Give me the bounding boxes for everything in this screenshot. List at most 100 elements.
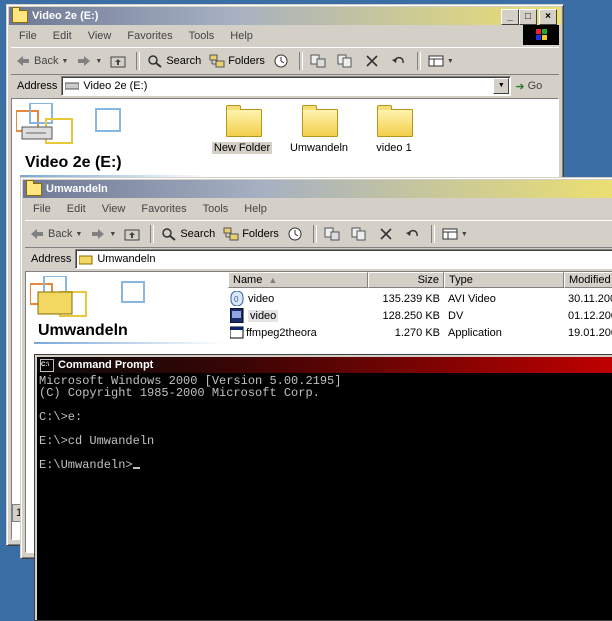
console-line: (C) Copyright 1985-2000 Microsoft Corp. (39, 386, 320, 400)
address-label: Address (31, 253, 72, 265)
move-to-button[interactable] (306, 50, 333, 72)
forward-button[interactable]: ▼ (86, 223, 120, 245)
file-size: 1.270 KB (394, 326, 440, 339)
search-button[interactable]: Search (143, 50, 205, 72)
history-icon (288, 227, 302, 241)
title-bar[interactable]: C:\ Command Prompt (37, 357, 612, 373)
file-modified: 30.11.200 (568, 292, 612, 305)
views-button[interactable]: ▼ (424, 50, 458, 72)
back-button[interactable]: Back ▼ (11, 50, 72, 72)
address-dropdown-button[interactable]: ▼ (493, 78, 510, 94)
copy-to-button[interactable] (333, 50, 360, 72)
title-bar[interactable]: Umwandeln (23, 179, 612, 198)
folder-new-folder-label[interactable]: New Folder (212, 142, 272, 154)
windows-logo (523, 25, 559, 45)
folders-tree-icon (209, 54, 225, 68)
copy-to-icon (337, 54, 352, 68)
up-folder-button[interactable] (106, 50, 133, 72)
menu-help[interactable]: Help (222, 30, 261, 42)
svg-text:0: 0 (234, 295, 239, 304)
menu-tools[interactable]: Tools (195, 203, 237, 215)
menu-view[interactable]: View (94, 203, 134, 215)
column-size[interactable]: Size (368, 272, 444, 288)
page-title: Video 2e (E:) (25, 154, 122, 171)
folders-button[interactable]: Folders (219, 223, 283, 245)
folder-video-1-label[interactable]: video 1 (364, 142, 424, 154)
console-prompt-line: E:\Umwandeln> (39, 459, 612, 471)
menu-favorites[interactable]: Favorites (133, 203, 194, 215)
move-to-icon (310, 54, 326, 68)
column-modified[interactable]: Modified (564, 272, 612, 288)
file-row[interactable]: video 128.250 KB DV 01.12.200 (228, 307, 612, 324)
forward-arrow-icon (78, 56, 91, 66)
delete-x-icon (380, 228, 392, 240)
search-icon (148, 55, 162, 68)
back-button[interactable]: Back ▼ (25, 223, 86, 245)
address-field[interactable]: Video 2e (E:) ▼ (61, 76, 512, 96)
menu-tools[interactable]: Tools (181, 30, 223, 42)
address-field[interactable]: Umwandeln (75, 249, 612, 269)
file-size: 128.250 KB (382, 309, 441, 322)
folder-banner-graphic (30, 276, 145, 317)
folder-icon (12, 6, 28, 23)
undo-icon (405, 229, 418, 237)
views-icon (428, 55, 444, 67)
console-line: E:\>cd Umwandeln (39, 434, 155, 448)
undo-button[interactable] (387, 50, 414, 72)
close-button[interactable]: × (539, 9, 557, 25)
menu-file[interactable]: File (25, 203, 59, 215)
minimize-button[interactable]: _ (501, 9, 519, 25)
title-bar[interactable]: Video 2e (E:) _ □ × (9, 6, 561, 25)
forward-button[interactable]: ▼ (72, 50, 106, 72)
move-to-button[interactable] (320, 223, 347, 245)
maximize-button[interactable]: □ (519, 9, 537, 25)
menu-view[interactable]: View (80, 30, 120, 42)
go-arrow-icon: ➜ (515, 80, 525, 93)
history-button[interactable] (269, 50, 296, 72)
dv-file-icon (230, 308, 244, 323)
address-bar: Address Umwandeln (25, 247, 612, 271)
command-prompt-window: C:\ Command Prompt Microsoft Windows 200… (34, 354, 612, 621)
text-cursor (132, 467, 140, 469)
address-label: Address (17, 80, 58, 92)
file-name: video (248, 309, 279, 322)
delete-button[interactable] (360, 50, 387, 72)
undo-button[interactable] (401, 223, 428, 245)
application-icon (230, 326, 244, 339)
file-size: 135.239 KB (382, 292, 441, 305)
file-row[interactable]: ffmpeg2theora 1.270 KB Application 19.01… (228, 324, 612, 341)
toolbar-separator (430, 225, 435, 243)
folder-umwandeln-label[interactable]: Umwandeln (286, 142, 352, 154)
up-folder-icon (124, 229, 140, 241)
toolbar-separator (136, 52, 141, 70)
search-icon (162, 228, 176, 241)
file-modified: 01.12.200 (568, 309, 612, 322)
menu-favorites[interactable]: Favorites (119, 30, 180, 42)
column-type[interactable]: Type (444, 272, 564, 288)
menu-edit[interactable]: Edit (59, 203, 94, 215)
menu-edit[interactable]: Edit (45, 30, 80, 42)
up-folder-button[interactable] (120, 223, 147, 245)
folder-umwandeln-icon[interactable] (302, 105, 338, 137)
column-name[interactable]: Name ▲ (228, 272, 368, 288)
history-button[interactable] (283, 223, 310, 245)
file-row[interactable]: 0 video 135.239 KB AVI Video 30.11.200 (228, 290, 612, 307)
drive-banner-graphic (16, 103, 121, 144)
folder-new-folder-icon[interactable] (226, 105, 262, 137)
folders-button[interactable]: Folders (205, 50, 269, 72)
file-type: Application (448, 326, 502, 339)
delete-button[interactable] (374, 223, 401, 245)
menu-help[interactable]: Help (236, 203, 275, 215)
copy-to-button[interactable] (347, 223, 374, 245)
toolbar-separator (416, 52, 421, 70)
toolbar-separator (312, 225, 317, 243)
file-type: AVI Video (448, 292, 496, 305)
avi-video-file-icon: 0 (230, 291, 244, 306)
folder-video-1-icon[interactable] (377, 105, 413, 137)
console-output[interactable]: Microsoft Windows 2000 [Version 5.00.219… (37, 373, 612, 620)
go-button[interactable]: ➜ Go (511, 75, 546, 97)
file-modified: 19.01.200 (568, 326, 612, 339)
menu-file[interactable]: File (11, 30, 45, 42)
views-button[interactable]: ▼ (438, 223, 472, 245)
search-button[interactable]: Search (157, 223, 219, 245)
